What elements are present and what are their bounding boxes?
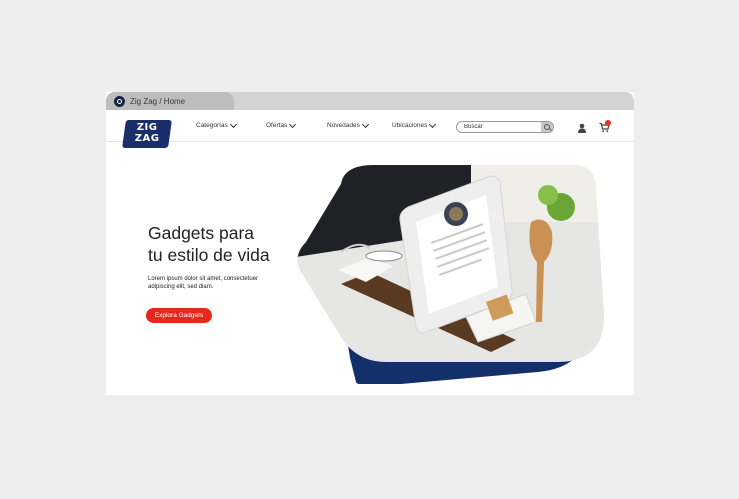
browser-window: Zig Zag / Home ZIG ZAG Categorías Oferta… bbox=[106, 92, 634, 395]
hero-title-line-2: tu estilo de vida bbox=[148, 245, 270, 265]
site-header: ZIG ZAG Categorías Ofertas Novedades Ubi… bbox=[106, 110, 634, 148]
explore-gadgets-button[interactable]: Explora Gadgets bbox=[146, 308, 212, 323]
chevron-down-icon bbox=[429, 120, 437, 128]
search-box bbox=[456, 121, 554, 133]
nav-ubicaciones[interactable]: Ubicaciones bbox=[392, 120, 437, 129]
hero-title-line-1: Gadgets para bbox=[148, 223, 255, 243]
cart-badge bbox=[605, 120, 611, 126]
user-icon[interactable] bbox=[577, 123, 587, 133]
nav-novedades[interactable]: Novedades bbox=[327, 120, 369, 129]
search-icon[interactable] bbox=[541, 122, 553, 132]
logo-line-2: ZAG bbox=[134, 133, 160, 144]
chevron-down-icon bbox=[289, 120, 297, 128]
browser-tab[interactable]: Zig Zag / Home bbox=[106, 92, 234, 110]
nav-label: Ofertas bbox=[266, 122, 288, 129]
zigzag-logo[interactable]: ZIG ZAG bbox=[122, 120, 172, 148]
hero-product-image bbox=[297, 165, 605, 384]
chevron-down-icon bbox=[229, 120, 237, 128]
nav-categorias[interactable]: Categorías bbox=[196, 120, 237, 129]
tab-title: Zig Zag / Home bbox=[130, 96, 186, 106]
nav-label: Novedades bbox=[327, 122, 360, 129]
hero-title: Gadgets para tu estilo de vida bbox=[148, 222, 308, 266]
nav-label: Ubicaciones bbox=[392, 122, 428, 129]
hero-description: Lorem ipsum dolor sit amet, consectetuer… bbox=[148, 276, 259, 290]
nav-label: Categorías bbox=[196, 122, 228, 129]
tab-strip: Zig Zag / Home bbox=[106, 92, 634, 110]
zigzag-favicon-icon bbox=[114, 95, 125, 107]
logo-line-1: ZIG bbox=[136, 122, 158, 133]
search-input[interactable] bbox=[464, 122, 540, 132]
chevron-down-icon bbox=[361, 120, 369, 128]
nav-ofertas[interactable]: Ofertas bbox=[266, 120, 297, 129]
